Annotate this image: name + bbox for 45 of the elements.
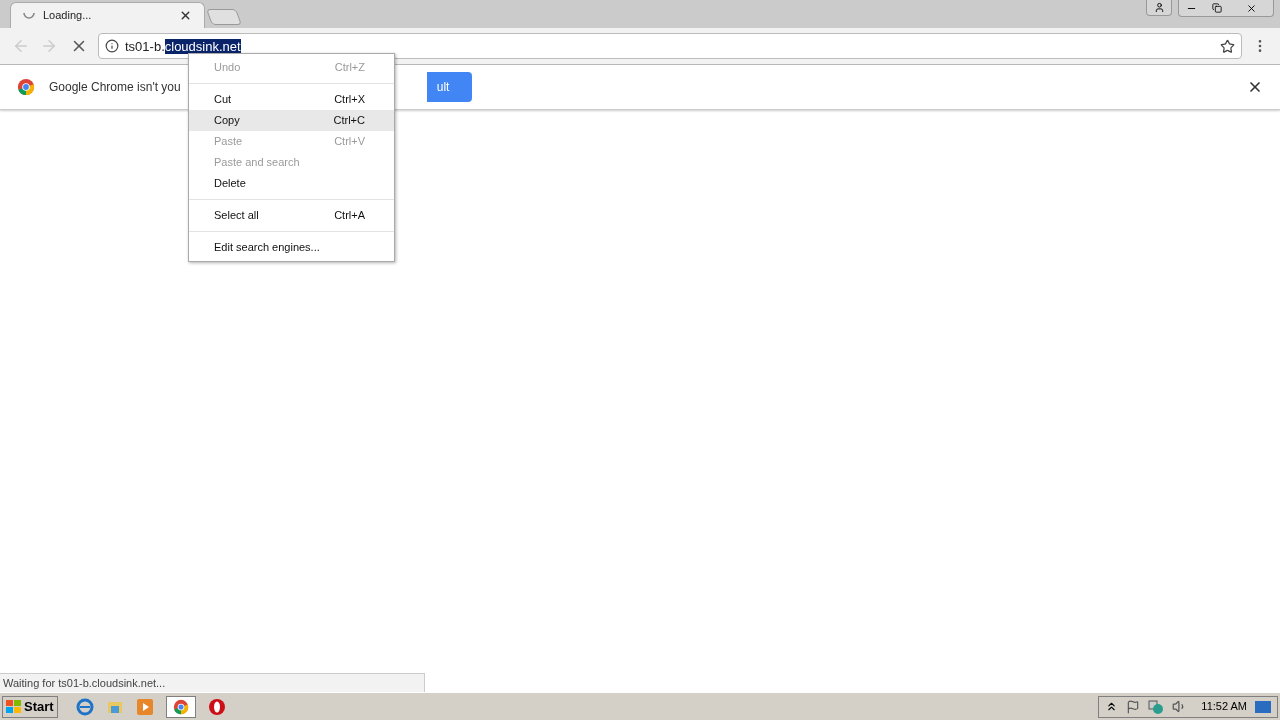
person-icon [1153,2,1165,13]
flag-icon[interactable] [1126,699,1141,714]
address-bar[interactable]: ts01-b.cloudsink.net [98,33,1242,59]
tab-title: Loading... [43,8,93,24]
chrome-icon [172,698,189,715]
menu-item[interactable]: Select all Ctrl+A [189,205,394,226]
shortcut-text: Ctrl+X [334,92,365,108]
close-icon[interactable] [179,9,192,22]
menu-item-label: Paste [214,134,244,150]
menu-item-label: Delete [214,176,247,192]
media-player-icon[interactable] [135,697,154,716]
chrome-logo-icon [17,78,35,96]
bookmark-star-icon[interactable] [1220,38,1235,54]
set-default-button[interactable]: ult [426,72,472,102]
opera-icon[interactable] [207,697,226,716]
shortcut-text: Ctrl+A [334,208,365,224]
status-bubble: Waiting for ts01-b.cloudsink.net... [0,673,425,692]
loading-spinner-icon [23,12,35,19]
shortcut-text: Ctrl+C [333,113,365,129]
menu-item[interactable]: Copy Ctrl+C [189,110,394,131]
menu-item-label: Select all [214,208,260,224]
menu-item-label: Paste and search [214,155,301,171]
show-desktop-icon[interactable] [1255,699,1271,714]
profile-button[interactable] [1146,0,1172,16]
shortcut-text: Ctrl+Z [334,60,365,76]
infobar-message: Google Chrome isn't you [49,79,181,96]
start-button[interactable]: Start [2,695,58,718]
browser-tab[interactable]: Loading... [10,2,205,28]
menu-item[interactable]: Cut Ctrl+X [189,89,394,110]
menu-item[interactable]: Delete [189,173,394,194]
menu-item-label: Copy [214,113,241,129]
menu-item[interactable]: Edit search engines... [189,237,394,258]
menu-item-label: Edit search engines... [214,240,321,256]
menu-item-label: Undo [214,60,242,76]
url-text: ts01-b.cloudsink.net [125,38,241,54]
windows-logo-icon [6,699,22,714]
chrome-taskbar-button[interactable] [165,695,196,718]
close-icon [1245,2,1257,14]
close-icon[interactable] [1247,79,1263,95]
internet-explorer-icon[interactable] [75,697,94,716]
restore-icon [1211,3,1222,13]
menu-item-label: Cut [214,92,233,108]
clock[interactable]: 11:52 AM [1201,698,1247,715]
shortcut-text: Ctrl+V [334,134,365,150]
info-icon [105,39,119,53]
